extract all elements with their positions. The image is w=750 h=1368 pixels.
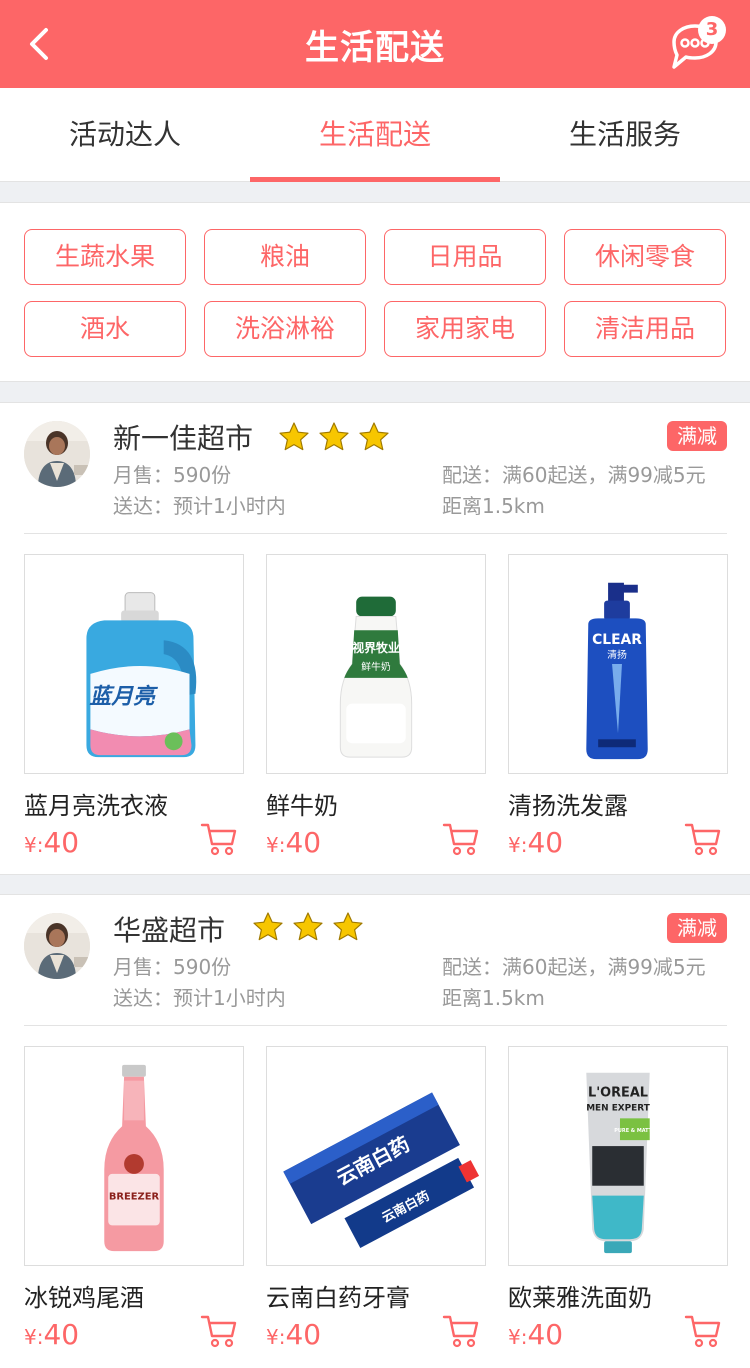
product-name: 鲜牛奶 xyxy=(266,792,338,820)
promo-badge: 满减 xyxy=(667,421,727,451)
shop-divider xyxy=(24,1025,727,1026)
product-price: ¥:40 xyxy=(24,1318,80,1351)
delivery-rule: 配送：满60起送，满99减5元 xyxy=(442,955,706,979)
category-cleaning[interactable]: 清洁用品 xyxy=(564,301,726,357)
add-to-cart-icon[interactable] xyxy=(200,822,238,856)
monthly-sales: 月售：590份 xyxy=(113,955,232,979)
category-grid: 生蔬水果 粮油 日用品 休闲零食 酒水 洗浴淋裕 家用家电 清洁用品 xyxy=(0,202,750,382)
app-header: 生活配送 3 xyxy=(0,0,750,88)
category-appliances[interactable]: 家用家电 xyxy=(384,301,546,357)
tab-life-delivery[interactable]: 生活配送 xyxy=(250,88,500,182)
product-card[interactable]: 视界牧业 鲜牛奶 鲜牛奶 ¥:40 xyxy=(266,554,486,859)
promo-badge: 满减 xyxy=(667,913,727,943)
message-count-badge: 3 xyxy=(698,16,726,44)
svg-text:鲜牛奶: 鲜牛奶 xyxy=(361,660,391,673)
tab-activity-experts[interactable]: 活动达人 xyxy=(0,88,250,182)
product-price: ¥:40 xyxy=(508,1318,564,1351)
category-fruits-vegetables[interactable]: 生蔬水果 xyxy=(24,229,186,285)
svg-text:PURE & MATTE: PURE & MATTE xyxy=(614,1128,656,1134)
product-name: 冰锐鸡尾酒 xyxy=(24,1284,144,1312)
product-price: ¥:40 xyxy=(24,826,80,859)
monthly-sales: 月售：590份 xyxy=(113,463,232,487)
svg-text:MEN EXPERT: MEN EXPERT xyxy=(586,1103,651,1113)
product-name: 蓝月亮洗衣液 xyxy=(24,792,168,820)
product-image-detergent: 蓝月亮 xyxy=(24,554,244,774)
product-name: 欧莱雅洗面奶 xyxy=(508,1284,652,1312)
svg-text:清扬: 清扬 xyxy=(607,648,627,661)
product-image-facial-cleanser: L'OREAL MEN EXPERT PURE & MATTE xyxy=(508,1046,728,1266)
product-price: ¥:40 xyxy=(266,1318,322,1351)
shop-name: 新一佳超市 xyxy=(113,422,254,455)
product-name: 云南白药牙膏 xyxy=(266,1284,410,1312)
product-card[interactable]: 蓝月亮 蓝月亮洗衣液 ¥:40 xyxy=(24,554,244,859)
product-price: ¥:40 xyxy=(266,826,322,859)
rating-stars xyxy=(252,911,364,943)
category-grain-oil[interactable]: 粮油 xyxy=(204,229,366,285)
shop-name: 华盛超市 xyxy=(113,914,226,947)
category-drinks[interactable]: 酒水 xyxy=(24,301,186,357)
tab-life-services[interactable]: 生活服务 xyxy=(500,88,750,182)
page-title: 生活配送 xyxy=(305,28,445,68)
product-image-shampoo: CLEAR 清扬 xyxy=(508,554,728,774)
add-to-cart-icon[interactable] xyxy=(442,822,480,856)
shop-avatar xyxy=(24,421,90,487)
star-icon xyxy=(279,422,309,451)
product-card[interactable]: 云南白药 云南白药 云南白药牙膏 ¥:40 xyxy=(266,1046,486,1351)
svg-text:蓝月亮: 蓝月亮 xyxy=(89,685,159,710)
product-name: 清扬洗发露 xyxy=(508,792,628,820)
product-price: ¥:40 xyxy=(508,826,564,859)
shop-card[interactable]: 新一佳超市 满减 月售：590份 送达：预计1小时内 配送：满60起送，满99减… xyxy=(0,402,750,875)
category-bath[interactable]: 洗浴淋裕 xyxy=(204,301,366,357)
category-daily-goods[interactable]: 日用品 xyxy=(384,229,546,285)
add-to-cart-icon[interactable] xyxy=(200,1314,238,1348)
distance: 距离1.5km xyxy=(442,986,545,1010)
distance: 距离1.5km xyxy=(442,494,545,518)
svg-text:CLEAR: CLEAR xyxy=(592,632,642,648)
svg-text:BREEZER: BREEZER xyxy=(109,1192,160,1203)
rating-stars xyxy=(278,421,390,453)
star-icon xyxy=(333,912,363,941)
product-image-milk: 视界牧业 鲜牛奶 xyxy=(266,554,486,774)
shop-card[interactable]: 华盛超市 满减 月售：590份 送达：预计1小时内 配送：满60起送，满99减5… xyxy=(0,894,750,1368)
shop-avatar xyxy=(24,913,90,979)
product-image-cocktail: BREEZER xyxy=(24,1046,244,1266)
delivery-rule: 配送：满60起送，满99减5元 xyxy=(442,463,706,487)
active-tab-indicator xyxy=(250,177,500,182)
category-snacks[interactable]: 休闲零食 xyxy=(564,229,726,285)
product-image-toothpaste: 云南白药 云南白药 xyxy=(266,1046,486,1266)
delivery-time: 送达：预计1小时内 xyxy=(113,494,286,518)
star-icon xyxy=(359,422,389,451)
svg-text:L'OREAL: L'OREAL xyxy=(588,1086,648,1101)
tab-bar: 活动达人 生活配送 生活服务 xyxy=(0,88,750,182)
star-icon xyxy=(319,422,349,451)
add-to-cart-icon[interactable] xyxy=(684,822,722,856)
add-to-cart-icon[interactable] xyxy=(684,1314,722,1348)
product-card[interactable]: BREEZER 冰锐鸡尾酒 ¥:40 xyxy=(24,1046,244,1351)
star-icon xyxy=(293,912,323,941)
product-card[interactable]: L'OREAL MEN EXPERT PURE & MATTE 欧莱雅洗面奶 ¥… xyxy=(508,1046,728,1351)
delivery-time: 送达：预计1小时内 xyxy=(113,986,286,1010)
svg-text:视界牧业: 视界牧业 xyxy=(352,641,400,655)
shop-divider xyxy=(24,533,727,534)
product-card[interactable]: CLEAR 清扬 清扬洗发露 ¥:40 xyxy=(508,554,728,859)
add-to-cart-icon[interactable] xyxy=(442,1314,480,1348)
star-icon xyxy=(253,912,283,941)
